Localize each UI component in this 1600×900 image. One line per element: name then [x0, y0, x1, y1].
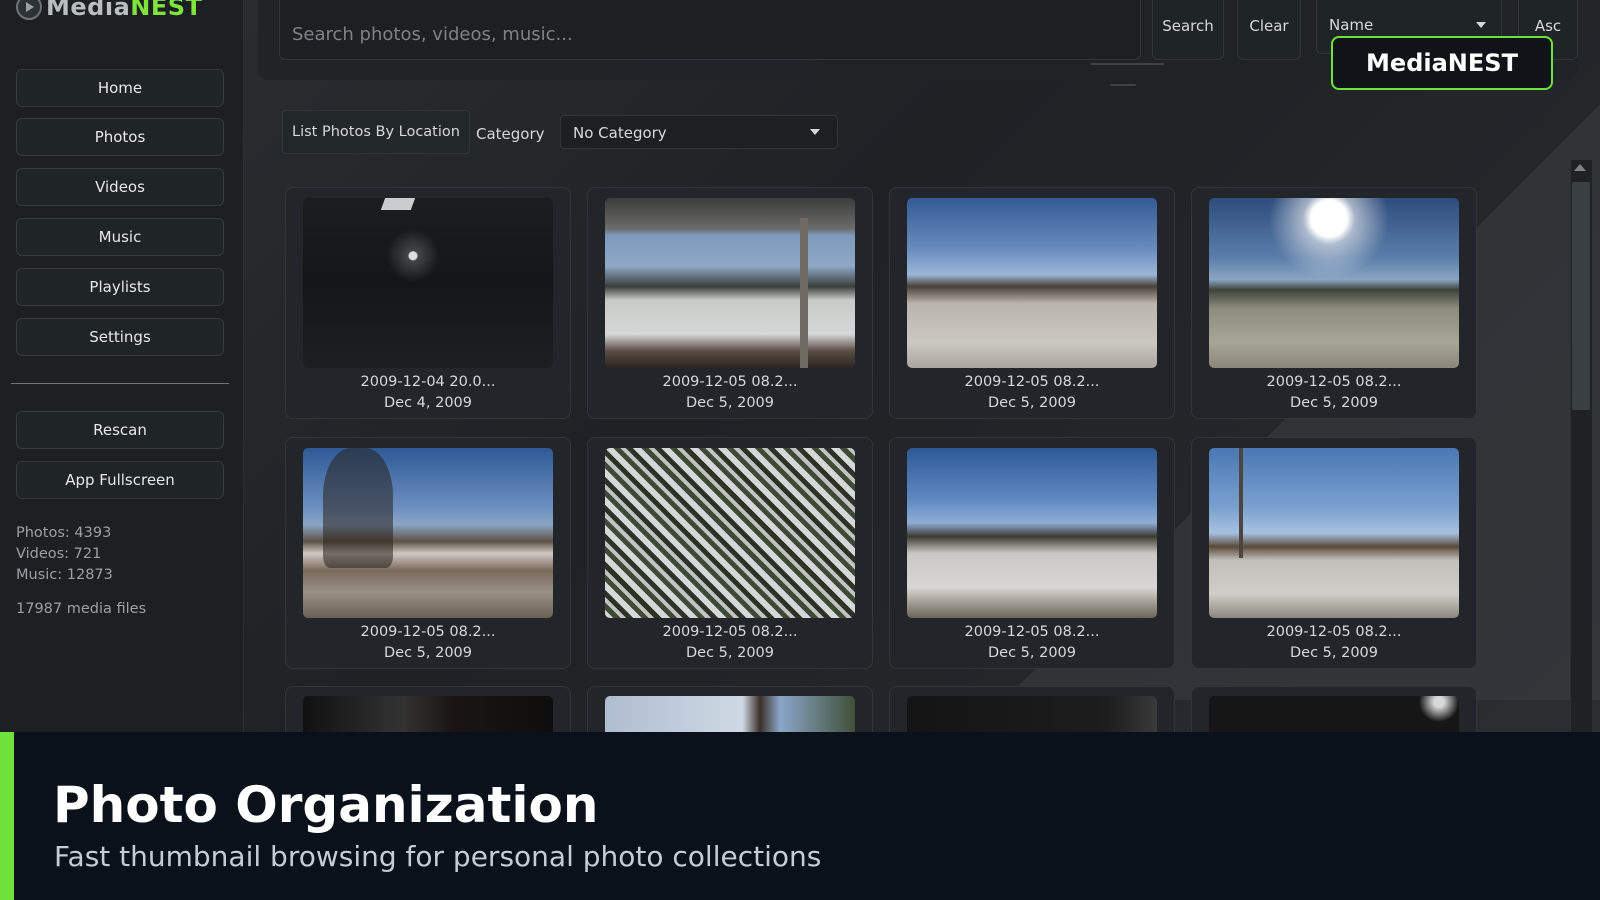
brand-badge: MediaNEST	[1331, 36, 1553, 90]
panel-handle-small	[1110, 84, 1136, 86]
photo-date: Dec 5, 2009	[685, 645, 774, 661]
caption-accent-bar	[0, 732, 14, 900]
photo-card[interactable]: 2009-12-05 08.2... Dec 5, 2009	[889, 437, 1175, 669]
sort-field-value: Name	[1329, 16, 1374, 34]
category-select[interactable]: No Category	[560, 115, 838, 149]
sidebar-item-music[interactable]: Music	[16, 218, 224, 256]
photo-title: 2009-12-05 08.2...	[662, 374, 798, 390]
sidebar-item-videos[interactable]: Videos	[16, 168, 224, 206]
app-fullscreen-button[interactable]: App Fullscreen	[16, 461, 224, 499]
sidebar-item-photos[interactable]: Photos	[16, 118, 224, 156]
photo-card[interactable]: 2009-12-05 08.2... Dec 5, 2009	[285, 437, 571, 669]
caption-banner: Photo Organization Fast thumbnail browsi…	[0, 732, 1600, 900]
photo-title: 2009-12-05 08.2...	[964, 374, 1100, 390]
photo-title: 2009-12-05 08.2...	[662, 624, 798, 640]
photo-thumbnail[interactable]	[303, 198, 553, 368]
photo-date: Dec 5, 2009	[987, 645, 1076, 661]
photo-thumbnail[interactable]	[1209, 198, 1459, 368]
sidebar-item-home[interactable]: Home	[16, 69, 224, 107]
caption-subtitle: Fast thumbnail browsing for personal pho…	[54, 840, 822, 873]
photo-thumbnail[interactable]	[1209, 448, 1459, 618]
sidebar: MediaNEST Home Photos Videos Music Playl…	[0, 0, 244, 732]
videos-count: Videos: 721	[16, 546, 102, 562]
media-stats: Photos: 4393 Videos: 721 Music: 12873	[16, 523, 113, 586]
caption-title: Photo Organization	[53, 776, 599, 834]
music-count: Music: 12873	[16, 567, 113, 583]
photo-date: Dec 5, 2009	[383, 645, 472, 661]
photo-thumbnail[interactable]	[605, 198, 855, 368]
clear-button[interactable]: Clear	[1237, 0, 1301, 60]
logo-accent: NEST	[130, 0, 203, 21]
photo-title: 2009-12-05 08.2...	[1266, 374, 1402, 390]
photo-date: Dec 5, 2009	[987, 395, 1076, 411]
sidebar-item-settings[interactable]: Settings	[16, 318, 224, 356]
app-logo[interactable]: MediaNEST	[16, 0, 202, 22]
photo-thumbnail[interactable]	[907, 448, 1157, 618]
media-total: 17987 media files	[16, 601, 147, 617]
photo-thumbnail[interactable]	[303, 448, 553, 618]
panel-handle	[1090, 63, 1164, 65]
category-value: No Category	[573, 124, 667, 142]
photo-title: 2009-12-05 08.2...	[1266, 624, 1402, 640]
search-input[interactable]	[279, 0, 1141, 60]
chevron-down-icon	[810, 129, 820, 135]
photo-title: 2009-12-04 20.0...	[360, 374, 496, 390]
category-label: Category	[476, 125, 545, 143]
photo-date: Dec 4, 2009	[383, 395, 472, 411]
rescan-button[interactable]: Rescan	[16, 411, 224, 449]
photo-date: Dec 5, 2009	[685, 395, 774, 411]
photo-title: 2009-12-05 08.2...	[360, 624, 496, 640]
logo-prefix: Media	[46, 0, 131, 21]
photo-date: Dec 5, 2009	[1289, 645, 1378, 661]
photo-card[interactable]: 2009-12-05 08.2... Dec 5, 2009	[1191, 187, 1477, 419]
list-photos-by-location-button[interactable]: List Photos By Location	[282, 110, 470, 154]
photo-title: 2009-12-05 08.2...	[964, 624, 1100, 640]
search-button[interactable]: Search	[1152, 0, 1224, 60]
logo-text: MediaNEST	[46, 0, 202, 21]
photos-count: Photos: 4393	[16, 525, 112, 541]
photo-card[interactable]: 2009-12-05 08.2... Dec 5, 2009	[587, 187, 873, 419]
photo-thumbnail[interactable]	[907, 198, 1157, 368]
sidebar-item-playlists[interactable]: Playlists	[16, 268, 224, 306]
photo-date: Dec 5, 2009	[1289, 395, 1378, 411]
photo-card[interactable]: 2009-12-05 08.2... Dec 5, 2009	[889, 187, 1175, 419]
photo-thumbnail[interactable]	[605, 448, 855, 618]
scrollbar-thumb[interactable]	[1572, 182, 1590, 410]
play-icon	[16, 0, 42, 20]
scroll-up-arrow-icon[interactable]	[1574, 164, 1586, 171]
sidebar-divider	[11, 383, 229, 384]
photo-card[interactable]: 2009-12-04 20.0... Dec 4, 2009	[285, 187, 571, 419]
photo-card[interactable]: 2009-12-05 08.2... Dec 5, 2009	[1191, 437, 1477, 669]
chevron-down-icon	[1476, 22, 1486, 28]
photo-card[interactable]: 2009-12-05 08.2... Dec 5, 2009	[587, 437, 873, 669]
